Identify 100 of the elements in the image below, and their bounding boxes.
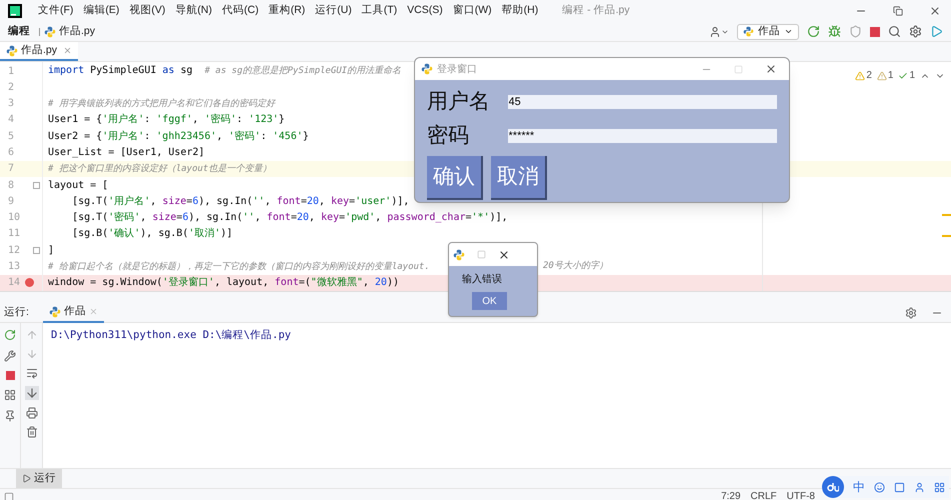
code-line: # 给窗口起个名（就是它的标题），再定一下它的参数（窗口的内容为刚刚设好的变量layout. bbox=[48, 260, 430, 274]
status-item[interactable]: UTF-8 bbox=[786, 489, 815, 500]
user-menu-icon[interactable] bbox=[709, 26, 729, 38]
inspection-count[interactable]: 2 bbox=[855, 68, 872, 83]
python-icon bbox=[48, 306, 61, 318]
ok-button[interactable]: OK bbox=[472, 292, 507, 310]
code-line: User1 = {'用户名': 'fggf', '密码': '123'} bbox=[48, 112, 285, 128]
menu-item[interactable]: 运行(U) bbox=[315, 3, 352, 19]
baidu-logo-icon[interactable] bbox=[822, 476, 844, 498]
code-comment: 20号大小的字） bbox=[543, 260, 608, 273]
check-icon bbox=[898, 70, 908, 80]
search-icon[interactable] bbox=[888, 25, 901, 38]
code-line: [sg.B('确认'), sg.B('取消')] bbox=[71, 226, 233, 242]
line-number: 9 bbox=[8, 194, 14, 209]
layout-icon[interactable] bbox=[4, 389, 16, 401]
code-line: # 把这个窗口里的内容设定好（layout也是一个变量） bbox=[48, 162, 272, 176]
caret-icon bbox=[784, 27, 793, 36]
debug-icon[interactable] bbox=[828, 25, 841, 38]
code-line: [sg.T('密码', size=6), sg.In('', font=20, key='pwd', password_char='*')], bbox=[71, 210, 508, 226]
run-icon bbox=[22, 474, 31, 483]
ime-mode[interactable]: 中 bbox=[853, 478, 865, 496]
text-field[interactable]: ****** bbox=[508, 129, 777, 143]
menu-item[interactable]: 视图(V) bbox=[129, 3, 166, 19]
menu-item[interactable]: 文件(F) bbox=[38, 3, 74, 19]
app-logo-icon bbox=[8, 4, 22, 18]
user-icon[interactable] bbox=[914, 482, 925, 492]
menu-item[interactable]: 重构(R) bbox=[268, 3, 306, 19]
fold-icon[interactable] bbox=[33, 246, 40, 254]
print-icon[interactable] bbox=[26, 407, 38, 419]
popup-message: 输入错误 bbox=[462, 272, 503, 287]
close-icon[interactable] bbox=[765, 63, 777, 75]
trash-icon[interactable] bbox=[26, 426, 38, 438]
line-number: 6 bbox=[8, 146, 14, 160]
text-field[interactable]: 45 bbox=[508, 95, 777, 109]
restore-icon[interactable] bbox=[893, 6, 903, 16]
python-icon bbox=[743, 26, 754, 37]
warning-icon bbox=[855, 70, 866, 80]
menu-item[interactable]: 帮助(H) bbox=[502, 3, 538, 19]
breakpoint-icon[interactable] bbox=[25, 278, 34, 288]
inspection-count[interactable]: 1 bbox=[898, 68, 915, 83]
wrench-icon[interactable] bbox=[4, 350, 16, 362]
code-line: User2 = {'用户名': 'ghh23456', '密码': '456'} bbox=[48, 130, 309, 144]
line-number: 11 bbox=[8, 227, 20, 242]
menu-item[interactable]: 窗口(W) bbox=[452, 3, 492, 19]
line-number: 8 bbox=[8, 178, 14, 193]
code-line: window = sg.Window('登录窗口', layout, font=("微软雅黑", 20)) bbox=[48, 276, 399, 290]
warning-icon bbox=[876, 70, 887, 80]
line-number: 7 bbox=[8, 162, 14, 176]
line-number: 12 bbox=[8, 244, 20, 258]
console-output: D:\Python311\python.exe D:\编程\作品.py bbox=[51, 328, 292, 343]
menu-item[interactable]: 工具(T) bbox=[362, 3, 398, 19]
python-file-icon bbox=[6, 44, 18, 56]
dialog-title: 登录窗口 bbox=[437, 62, 477, 76]
settings-icon[interactable] bbox=[909, 25, 922, 38]
menu-item[interactable]: VCS(S) bbox=[407, 3, 443, 19]
breadcrumb-item[interactable]: 编程 bbox=[8, 24, 30, 40]
dialog-button[interactable]: 取消 bbox=[491, 156, 547, 200]
menu-item[interactable]: 编辑(E) bbox=[83, 3, 120, 19]
close-icon[interactable] bbox=[929, 5, 941, 17]
window-title: 编程 - 作品.py bbox=[562, 3, 630, 18]
warning-stripe-icon bbox=[942, 235, 951, 237]
line-number: 10 bbox=[8, 211, 20, 226]
code-line: # 用字典镶嵌列表的方式把用户名和它们各自的密码定好 bbox=[48, 98, 275, 111]
field-label: 用户名 bbox=[427, 89, 491, 116]
close-icon[interactable] bbox=[498, 248, 510, 260]
code-line: User_List = [User1, User2] bbox=[48, 146, 205, 160]
run-panel-label: 运行: bbox=[4, 304, 29, 320]
rerun-icon[interactable] bbox=[4, 329, 16, 341]
settings-icon[interactable] bbox=[905, 306, 917, 318]
status-item[interactable]: 7:29 bbox=[721, 489, 741, 500]
line-number: 13 bbox=[8, 260, 20, 274]
python-file-icon bbox=[44, 26, 56, 38]
scroll-to-end-icon[interactable] bbox=[24, 386, 38, 400]
panel-toggle-icon[interactable] bbox=[4, 492, 14, 500]
stop-icon[interactable] bbox=[6, 371, 14, 380]
code-with-me-icon[interactable] bbox=[930, 25, 943, 38]
apps-icon[interactable] bbox=[934, 482, 945, 492]
stop-icon[interactable] bbox=[870, 26, 880, 36]
line-number: 2 bbox=[8, 80, 14, 95]
fold-icon[interactable] bbox=[33, 182, 40, 189]
dialog-button[interactable]: 确认 bbox=[427, 156, 483, 200]
breadcrumb-item[interactable]: 作品.py bbox=[59, 24, 96, 40]
editor-tab[interactable]: 作品.py bbox=[0, 42, 78, 61]
menu-item[interactable]: 导航(N) bbox=[175, 3, 212, 19]
soft-wrap-icon[interactable] bbox=[26, 367, 38, 379]
line-number: 1 bbox=[8, 64, 14, 79]
status-item[interactable]: CRLF bbox=[750, 489, 777, 500]
rerun-icon[interactable] bbox=[807, 25, 820, 38]
run-tool-button[interactable]: 运行 bbox=[16, 469, 62, 488]
menu-item[interactable]: 代码(C) bbox=[222, 3, 259, 19]
python-icon bbox=[453, 248, 465, 260]
code-line: ] bbox=[48, 244, 54, 258]
code-line: import PySimpleGUI as sg # as sg的意思是把PySimpleGUI的用法重命名 bbox=[48, 64, 402, 78]
warning-stripe-icon bbox=[942, 214, 951, 216]
code-line: [sg.T('用户名', size=6), sg.In('', font=20, key='user')], bbox=[71, 194, 410, 209]
python-icon bbox=[421, 63, 433, 75]
line-number: 5 bbox=[8, 130, 14, 144]
pin-icon[interactable] bbox=[4, 410, 16, 422]
inspection-count[interactable]: 1 bbox=[876, 68, 894, 83]
run-config-dropdown[interactable]: 作品 bbox=[737, 24, 799, 40]
